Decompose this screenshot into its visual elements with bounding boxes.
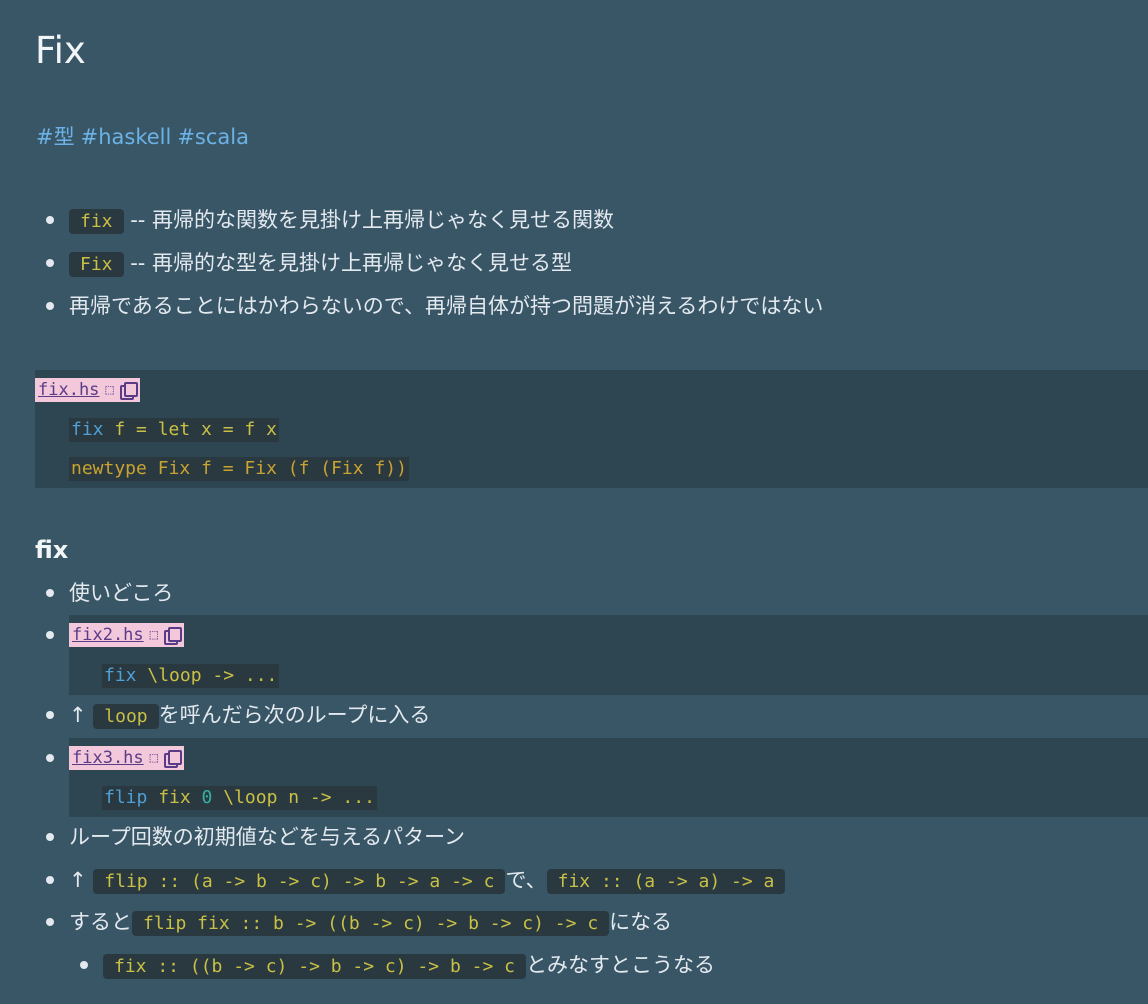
code-token: newtype: [71, 458, 147, 479]
arrow-prefix: ↑: [69, 703, 87, 727]
list-item: ↑ loop を呼んだら次のループに入る: [69, 700, 1148, 732]
list-item: ↑ flip :: (a -> b -> c) -> b -> a -> c で、…: [69, 865, 1148, 897]
copy-icon[interactable]: [119, 382, 138, 400]
list-item: 使いどころ: [69, 578, 1148, 608]
code-token: f = let x = f x: [103, 419, 277, 440]
list-item-text: ループ回数の初期値などを与えるパターン: [69, 825, 466, 849]
bullet-dot: [46, 589, 54, 597]
filename-link[interactable]: fix3.hs: [72, 746, 144, 770]
missing-glyph-icon: ⬚: [149, 627, 159, 643]
code-filename-fix3-hs[interactable]: fix3.hs ⬚: [69, 746, 185, 770]
tag-link-haskell[interactable]: #haskell: [81, 125, 172, 149]
bullet-dot: [80, 961, 88, 969]
page: Fix #型 #haskell #scala fix -- 再帰的な関数を見掛け上再…: [0, 0, 1148, 1004]
tag-link-scala[interactable]: #scala: [177, 125, 249, 149]
list-item-text: -- 再帰的な関数を見掛け上再帰じゃなく見せる関数: [130, 208, 615, 232]
list-item-text: を呼んだら次のループに入る: [158, 703, 431, 727]
code-token: \loop -> ...: [136, 665, 278, 686]
code-line: flip fix 0 \loop n -> ...: [102, 786, 377, 810]
list-item-text: -- 再帰的な型を見掛け上再帰じゃなく見せる型: [130, 251, 573, 275]
arrow-prefix: ↑: [69, 868, 87, 892]
list-item-text: とみなすとこうなる: [525, 953, 715, 977]
missing-glyph-icon: ⬚: [105, 382, 114, 398]
code-token: 0: [201, 787, 213, 808]
copy-icon[interactable]: [164, 627, 183, 645]
bullet-dot: [46, 711, 54, 719]
bullet-dot: [46, 833, 54, 841]
bullet-dot: [46, 216, 54, 224]
bullet-dot: [46, 918, 54, 926]
filename-link[interactable]: fix.hs: [38, 378, 99, 402]
code-token: flip: [104, 787, 148, 808]
section-heading-fix: fix: [35, 536, 69, 564]
copy-icon[interactable]: [164, 750, 183, 768]
filename-link[interactable]: fix2.hs: [72, 623, 144, 647]
inline-code: loop: [93, 704, 159, 729]
list-item-text: になる: [609, 910, 673, 934]
code-token: Fix f = Fix (f (Fix f)): [146, 458, 407, 479]
code-token: fix: [71, 419, 104, 440]
list-item-prefix: すると: [69, 910, 132, 934]
bullet-dot: [46, 631, 54, 639]
bullet-dot: [46, 876, 54, 884]
code-filename-fix2-hs[interactable]: fix2.hs ⬚: [69, 623, 185, 647]
code-filename-fix-hs[interactable]: fix.hs ⬚: [35, 378, 140, 402]
list-item-text: 再帰であることにはかわらないので、再帰自体が持つ問題が消えるわけではない: [69, 294, 824, 318]
missing-glyph-icon: ⬚: [149, 750, 159, 766]
bullet-dot: [46, 259, 54, 267]
list-item-text: で、: [505, 868, 547, 892]
code-line: fix f = let x = f x: [69, 418, 279, 442]
code-line: fix \loop -> ...: [102, 664, 280, 688]
list-item: fix -- 再帰的な関数を見掛け上再帰じゃなく見せる関数: [69, 205, 1148, 237]
list-item: ループ回数の初期値などを与えるパターン: [69, 822, 1148, 852]
list-item: すると flip fix :: b -> ((b -> c) -> b -> c)…: [69, 907, 1148, 939]
inline-code: fix: [69, 209, 124, 234]
tag-list: #型 #haskell #scala: [36, 122, 255, 152]
code-line: newtype Fix f = Fix (f (Fix f)): [69, 457, 409, 481]
inline-code: flip fix :: b -> ((b -> c) -> b -> c) ->…: [132, 911, 610, 936]
bullet-dot: [46, 754, 54, 762]
bullet-dot: [46, 302, 54, 310]
list-item: Fix -- 再帰的な型を見掛け上再帰じゃなく見せる型: [69, 248, 1148, 280]
inline-code: fix :: ((b -> c) -> b -> c) -> b -> c: [103, 954, 526, 979]
code-token: fix: [147, 787, 202, 808]
code-token: \loop n -> ...: [212, 787, 375, 808]
inline-code: flip :: (a -> b -> c) -> b -> a -> c: [93, 869, 506, 894]
list-item-text: 使いどころ: [69, 581, 174, 605]
inline-code: fix :: (a -> a) -> a: [546, 869, 786, 894]
list-item-nested: fix :: ((b -> c) -> b -> c) -> b -> c とみな…: [103, 950, 1148, 982]
page-title: Fix: [35, 29, 86, 72]
tag-link-kata[interactable]: #型: [36, 125, 75, 149]
code-token: fix: [104, 665, 137, 686]
inline-code: Fix: [69, 252, 124, 277]
list-item: 再帰であることにはかわらないので、再帰自体が持つ問題が消えるわけではない: [69, 291, 1148, 321]
